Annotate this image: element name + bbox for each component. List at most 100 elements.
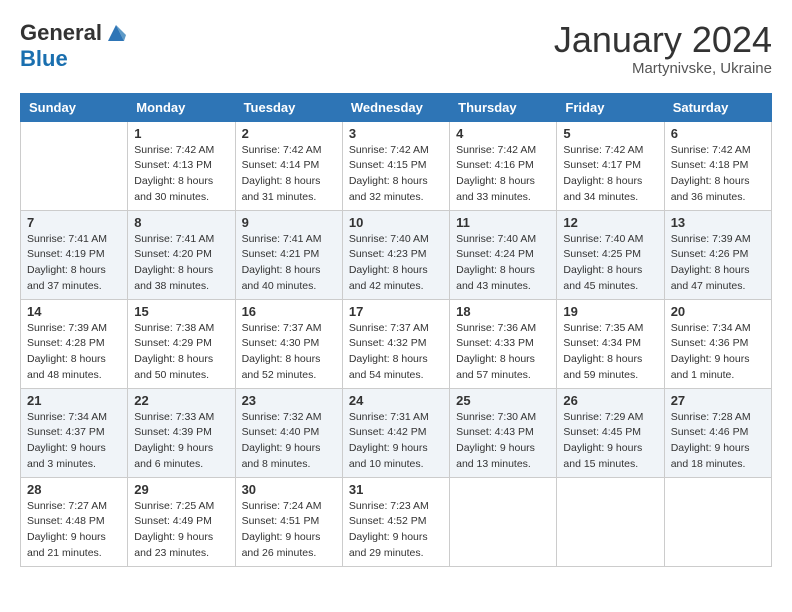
day-info: Sunrise: 7:32 AMSunset: 4:40 PMDaylight:… bbox=[242, 410, 336, 473]
day-info: Sunrise: 7:37 AMSunset: 4:30 PMDaylight:… bbox=[242, 321, 336, 384]
day-info: Sunrise: 7:25 AMSunset: 4:49 PMDaylight:… bbox=[134, 499, 228, 562]
weekday-header-saturday: Saturday bbox=[664, 93, 771, 121]
logo-icon bbox=[104, 21, 128, 45]
calendar-week-row-3: 14Sunrise: 7:39 AMSunset: 4:28 PMDayligh… bbox=[21, 299, 772, 388]
day-info: Sunrise: 7:39 AMSunset: 4:28 PMDaylight:… bbox=[27, 321, 121, 384]
weekday-header-monday: Monday bbox=[128, 93, 235, 121]
day-info: Sunrise: 7:41 AMSunset: 4:21 PMDaylight:… bbox=[242, 232, 336, 295]
day-info: Sunrise: 7:42 AMSunset: 4:15 PMDaylight:… bbox=[349, 143, 443, 206]
day-info: Sunrise: 7:41 AMSunset: 4:19 PMDaylight:… bbox=[27, 232, 121, 295]
weekday-header-friday: Friday bbox=[557, 93, 664, 121]
day-info: Sunrise: 7:36 AMSunset: 4:33 PMDaylight:… bbox=[456, 321, 550, 384]
day-info: Sunrise: 7:38 AMSunset: 4:29 PMDaylight:… bbox=[134, 321, 228, 384]
day-number: 16 bbox=[242, 304, 336, 319]
calendar-cell: 22Sunrise: 7:33 AMSunset: 4:39 PMDayligh… bbox=[128, 388, 235, 477]
calendar-cell: 4Sunrise: 7:42 AMSunset: 4:16 PMDaylight… bbox=[450, 121, 557, 210]
day-number: 26 bbox=[563, 393, 657, 408]
day-info: Sunrise: 7:40 AMSunset: 4:23 PMDaylight:… bbox=[349, 232, 443, 295]
day-info: Sunrise: 7:42 AMSunset: 4:14 PMDaylight:… bbox=[242, 143, 336, 206]
day-number: 29 bbox=[134, 482, 228, 497]
day-number: 9 bbox=[242, 215, 336, 230]
page-header: General Blue January 2024 Martynivske, U… bbox=[20, 20, 772, 77]
day-info: Sunrise: 7:42 AMSunset: 4:18 PMDaylight:… bbox=[671, 143, 765, 206]
logo-general-text: General bbox=[20, 20, 102, 46]
day-number: 7 bbox=[27, 215, 121, 230]
weekday-header-sunday: Sunday bbox=[21, 93, 128, 121]
calendar-cell bbox=[450, 477, 557, 566]
calendar-cell: 15 Sunrise: 7:38 AMSunset: 4:29 PMDayligh… bbox=[128, 299, 235, 388]
day-number: 5 bbox=[563, 126, 657, 141]
calendar-cell: 16 Sunrise: 7:37 AMSunset: 4:30 PMDayligh… bbox=[235, 299, 342, 388]
calendar-cell: 19 Sunrise: 7:35 AMSunset: 4:34 PMDayligh… bbox=[557, 299, 664, 388]
day-info: Sunrise: 7:40 AMSunset: 4:24 PMDaylight:… bbox=[456, 232, 550, 295]
day-info: Sunrise: 7:42 AMSunset: 4:17 PMDaylight:… bbox=[563, 143, 657, 206]
calendar-cell: 21Sunrise: 7:34 AMSunset: 4:37 PMDayligh… bbox=[21, 388, 128, 477]
calendar-cell: 13Sunrise: 7:39 AMSunset: 4:26 PMDayligh… bbox=[664, 210, 771, 299]
title-block: January 2024 Martynivske, Ukraine bbox=[554, 20, 772, 77]
calendar-cell: 26Sunrise: 7:29 AMSunset: 4:45 PMDayligh… bbox=[557, 388, 664, 477]
logo-blue-text: Blue bbox=[20, 46, 68, 72]
day-info: Sunrise: 7:27 AMSunset: 4:48 PMDaylight:… bbox=[27, 499, 121, 562]
calendar-cell: 30 Sunrise: 7:24 AMSunset: 4:51 PMDayligh… bbox=[235, 477, 342, 566]
calendar-week-row-5: 28 Sunrise: 7:27 AMSunset: 4:48 PMDayligh… bbox=[21, 477, 772, 566]
day-info: Sunrise: 7:37 AMSunset: 4:32 PMDaylight:… bbox=[349, 321, 443, 384]
day-number: 28 bbox=[27, 482, 121, 497]
day-info: Sunrise: 7:39 AMSunset: 4:26 PMDaylight:… bbox=[671, 232, 765, 295]
calendar-cell: 28 Sunrise: 7:27 AMSunset: 4:48 PMDayligh… bbox=[21, 477, 128, 566]
day-number: 19 bbox=[563, 304, 657, 319]
day-number: 23 bbox=[242, 393, 336, 408]
calendar-week-row-2: 7 Sunrise: 7:41 AMSunset: 4:19 PMDaylight… bbox=[21, 210, 772, 299]
day-number: 4 bbox=[456, 126, 550, 141]
calendar-cell: 29 Sunrise: 7:25 AMSunset: 4:49 PMDayligh… bbox=[128, 477, 235, 566]
day-number: 30 bbox=[242, 482, 336, 497]
day-info: Sunrise: 7:40 AMSunset: 4:25 PMDaylight:… bbox=[563, 232, 657, 295]
weekday-header-wednesday: Wednesday bbox=[342, 93, 449, 121]
weekday-header-row: SundayMondayTuesdayWednesdayThursdayFrid… bbox=[21, 93, 772, 121]
day-info: Sunrise: 7:34 AMSunset: 4:36 PMDaylight:… bbox=[671, 321, 765, 384]
calendar-cell: 18 Sunrise: 7:36 AMSunset: 4:33 PMDayligh… bbox=[450, 299, 557, 388]
calendar-cell: 9 Sunrise: 7:41 AMSunset: 4:21 PMDaylight… bbox=[235, 210, 342, 299]
calendar-week-row-4: 21Sunrise: 7:34 AMSunset: 4:37 PMDayligh… bbox=[21, 388, 772, 477]
calendar-cell bbox=[21, 121, 128, 210]
calendar-cell: 6 Sunrise: 7:42 AMSunset: 4:18 PMDaylight… bbox=[664, 121, 771, 210]
weekday-header-tuesday: Tuesday bbox=[235, 93, 342, 121]
logo: General Blue bbox=[20, 20, 128, 72]
day-number: 27 bbox=[671, 393, 765, 408]
day-number: 11 bbox=[456, 215, 550, 230]
calendar-cell: 10 Sunrise: 7:40 AMSunset: 4:23 PMDayligh… bbox=[342, 210, 449, 299]
day-number: 10 bbox=[349, 215, 443, 230]
day-info: Sunrise: 7:28 AMSunset: 4:46 PMDaylight:… bbox=[671, 410, 765, 473]
day-info: Sunrise: 7:24 AMSunset: 4:51 PMDaylight:… bbox=[242, 499, 336, 562]
day-info: Sunrise: 7:41 AMSunset: 4:20 PMDaylight:… bbox=[134, 232, 228, 295]
day-info: Sunrise: 7:23 AMSunset: 4:52 PMDaylight:… bbox=[349, 499, 443, 562]
calendar-cell: 5 Sunrise: 7:42 AMSunset: 4:17 PMDaylight… bbox=[557, 121, 664, 210]
day-info: Sunrise: 7:35 AMSunset: 4:34 PMDaylight:… bbox=[563, 321, 657, 384]
day-info: Sunrise: 7:30 AMSunset: 4:43 PMDaylight:… bbox=[456, 410, 550, 473]
day-info: Sunrise: 7:42 AMSunset: 4:13 PMDaylight:… bbox=[134, 143, 228, 206]
day-number: 6 bbox=[671, 126, 765, 141]
calendar-cell: 11 Sunrise: 7:40 AMSunset: 4:24 PMDayligh… bbox=[450, 210, 557, 299]
day-number: 18 bbox=[456, 304, 550, 319]
calendar-cell: 25Sunrise: 7:30 AMSunset: 4:43 PMDayligh… bbox=[450, 388, 557, 477]
calendar-cell: 7 Sunrise: 7:41 AMSunset: 4:19 PMDaylight… bbox=[21, 210, 128, 299]
calendar-cell: 20 Sunrise: 7:34 AMSunset: 4:36 PMDayligh… bbox=[664, 299, 771, 388]
day-number: 8 bbox=[134, 215, 228, 230]
day-number: 21 bbox=[27, 393, 121, 408]
day-number: 20 bbox=[671, 304, 765, 319]
weekday-header-thursday: Thursday bbox=[450, 93, 557, 121]
day-number: 17 bbox=[349, 304, 443, 319]
location: Martynivske, Ukraine bbox=[554, 60, 772, 77]
day-number: 15 bbox=[134, 304, 228, 319]
calendar-cell: 14Sunrise: 7:39 AMSunset: 4:28 PMDayligh… bbox=[21, 299, 128, 388]
calendar-table: SundayMondayTuesdayWednesdayThursdayFrid… bbox=[20, 93, 772, 567]
calendar-cell: 8 Sunrise: 7:41 AMSunset: 4:20 PMDaylight… bbox=[128, 210, 235, 299]
calendar-week-row-1: 1 Sunrise: 7:42 AMSunset: 4:13 PMDaylight… bbox=[21, 121, 772, 210]
day-number: 24 bbox=[349, 393, 443, 408]
day-number: 1 bbox=[134, 126, 228, 141]
calendar-cell: 2Sunrise: 7:42 AMSunset: 4:14 PMDaylight… bbox=[235, 121, 342, 210]
day-number: 12 bbox=[563, 215, 657, 230]
calendar-cell: 27 Sunrise: 7:28 AMSunset: 4:46 PMDayligh… bbox=[664, 388, 771, 477]
calendar-cell: 12 Sunrise: 7:40 AMSunset: 4:25 PMDayligh… bbox=[557, 210, 664, 299]
day-number: 22 bbox=[134, 393, 228, 408]
calendar-cell: 23 Sunrise: 7:32 AMSunset: 4:40 PMDayligh… bbox=[235, 388, 342, 477]
